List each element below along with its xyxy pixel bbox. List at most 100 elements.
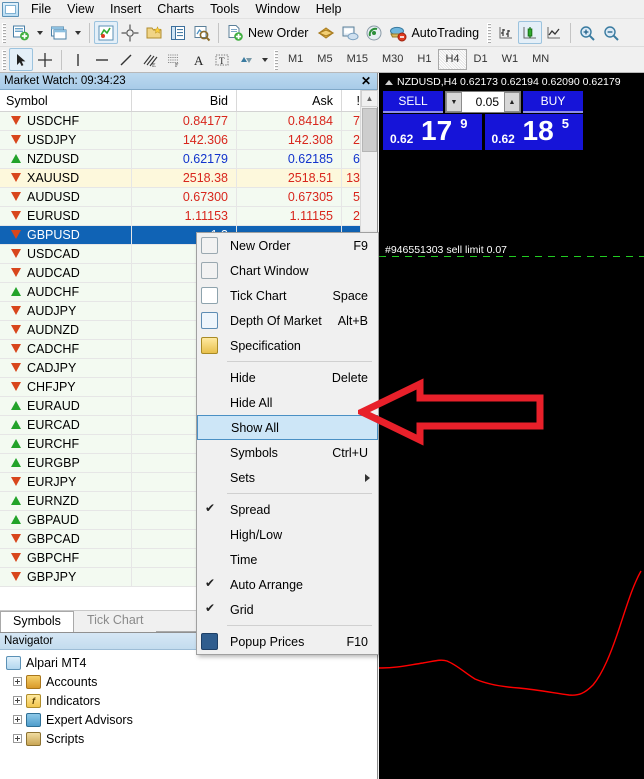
zoom-out-icon[interactable] xyxy=(599,21,623,44)
menu-item-hide[interactable]: Hide Delete xyxy=(197,365,378,390)
arrows-icon[interactable] xyxy=(234,48,258,71)
virtual-hosting-icon[interactable] xyxy=(338,21,362,44)
crosshair-icon[interactable] xyxy=(118,21,142,44)
moving-average-line xyxy=(379,570,642,696)
menu-item-depth-of-market[interactable]: Depth Of Market Alt+B xyxy=(197,308,378,333)
column-header-ask[interactable]: Ask xyxy=(237,90,342,111)
scroll-up-icon[interactable]: ▲ xyxy=(361,90,378,107)
timeframe-grip[interactable] xyxy=(274,49,278,70)
data-window-icon[interactable] xyxy=(142,21,166,44)
menu-help[interactable]: Help xyxy=(308,0,350,19)
close-icon[interactable]: ✕ xyxy=(359,74,373,88)
menu-window[interactable]: Window xyxy=(247,0,307,19)
table-row[interactable]: USDCHF 0.84177 0.84184 7 xyxy=(0,112,377,131)
new-order-label[interactable]: New Order xyxy=(247,26,314,40)
zoom-in-icon[interactable] xyxy=(575,21,599,44)
vertical-line-icon[interactable] xyxy=(66,48,90,71)
new-chart-icon[interactable] xyxy=(9,21,33,44)
timeframe-h1[interactable]: H1 xyxy=(410,49,438,70)
trendline-icon[interactable] xyxy=(114,48,138,71)
menu-item-popup-prices[interactable]: Popup Prices F10 xyxy=(197,629,378,654)
menu-item-symbols[interactable]: Symbols Ctrl+U xyxy=(197,440,378,465)
menu-item-chart-window[interactable]: Chart Window xyxy=(197,258,378,283)
timeframe-w1[interactable]: W1 xyxy=(495,49,526,70)
menu-item-hide-all[interactable]: Hide All xyxy=(197,390,378,415)
timeframe-m1[interactable]: M1 xyxy=(281,49,310,70)
navigator-item-indicators[interactable]: f Indicators xyxy=(0,691,377,710)
autotrading-icon[interactable] xyxy=(386,21,410,44)
menu-item-tick-chart[interactable]: Tick Chart Space xyxy=(197,283,378,308)
menu-item-grid[interactable]: ✔ Grid xyxy=(197,597,378,622)
navigator-icon[interactable] xyxy=(166,21,190,44)
candlestick-chart-icon[interactable] xyxy=(518,21,543,44)
menu-item-specification[interactable]: Specification xyxy=(197,333,378,358)
signals-icon[interactable] xyxy=(362,21,386,44)
expand-icon[interactable] xyxy=(13,677,22,686)
expand-icon[interactable] xyxy=(13,696,22,705)
column-header-symbol[interactable]: Symbol xyxy=(0,90,132,111)
navigator-root-alpari-mt4[interactable]: Alpari MT4 xyxy=(0,653,377,672)
arrow-down-icon xyxy=(10,362,23,375)
toolbar2-grip[interactable] xyxy=(2,49,6,70)
column-header-bid[interactable]: Bid xyxy=(132,90,237,111)
navigator-item-accounts[interactable]: Accounts xyxy=(0,672,377,691)
table-row[interactable]: EURUSD 1.11153 1.11155 2 xyxy=(0,206,377,226)
timeframe-m15[interactable]: M15 xyxy=(340,49,375,70)
table-row[interactable]: AUDUSD 0.67300 0.67305 5 xyxy=(0,187,377,207)
menu-item-show-all[interactable]: Show All xyxy=(197,415,378,440)
arrow-down-icon xyxy=(10,324,23,337)
expand-icon[interactable] xyxy=(13,715,22,724)
menu-file[interactable]: File xyxy=(23,0,59,19)
menu-charts[interactable]: Charts xyxy=(149,0,202,19)
market-watch-icon[interactable] xyxy=(94,21,118,44)
chart-window[interactable]: NZDUSD,H4 0.62173 0.62194 0.62090 0.6217… xyxy=(379,73,644,779)
autotrading-label[interactable]: AutoTrading xyxy=(410,26,485,40)
profiles-dropdown-icon[interactable] xyxy=(71,21,85,44)
crosshair-tool-icon[interactable] xyxy=(33,48,57,71)
profiles-icon[interactable] xyxy=(47,21,71,44)
arrow-down-icon xyxy=(10,476,23,489)
menu-item-time[interactable]: Time xyxy=(197,547,378,572)
menu-item-spread[interactable]: ✔ Spread xyxy=(197,497,378,522)
bar-chart-icon[interactable] xyxy=(494,21,518,44)
terminal-icon[interactable] xyxy=(190,21,214,44)
menu-item-sets[interactable]: Sets xyxy=(197,465,378,490)
table-row[interactable]: USDJPY 142.306 142.308 2 xyxy=(0,130,377,150)
timeframe-h4[interactable]: H4 xyxy=(438,49,467,70)
timeframe-mn[interactable]: MN xyxy=(525,49,556,70)
new-chart-dropdown-icon[interactable] xyxy=(33,21,47,44)
market-watch-context-menu[interactable]: New Order F9 Chart Window Tick Chart Space De… xyxy=(196,232,379,655)
scrollbar-thumb[interactable] xyxy=(362,108,377,152)
timeframe-m30[interactable]: M30 xyxy=(375,49,410,70)
menu-item-new-order[interactable]: New Order F9 xyxy=(197,233,378,258)
market-watch-title: Market Watch: 09:34:23 xyxy=(4,75,126,87)
menu-tools[interactable]: Tools xyxy=(202,0,247,19)
equidistant-channel-icon[interactable]: E xyxy=(138,48,162,71)
arrows-dropdown-icon[interactable] xyxy=(258,48,272,71)
menu-view[interactable]: View xyxy=(59,0,102,19)
menu-item-shortcut: Alt+B xyxy=(337,313,368,328)
table-row[interactable]: NZDUSD 0.62179 0.62185 6 xyxy=(0,149,377,169)
menu-item-auto-arrange[interactable]: ✔ Auto Arrange xyxy=(197,572,378,597)
horizontal-line-icon[interactable] xyxy=(90,48,114,71)
expand-icon[interactable] xyxy=(13,734,22,743)
toolbar-grip-2[interactable] xyxy=(487,22,492,43)
timeframe-d1[interactable]: D1 xyxy=(467,49,495,70)
new-order-icon[interactable] xyxy=(223,21,247,44)
tab-symbols[interactable]: Symbols xyxy=(0,611,74,633)
toolbar-grip[interactable] xyxy=(2,22,6,43)
tab-tick-chart[interactable]: Tick Chart xyxy=(74,610,157,632)
timeframe-m5[interactable]: M5 xyxy=(310,49,339,70)
table-row[interactable]: XAUUSD 2518.38 2518.51 13 xyxy=(0,168,377,188)
text-label-icon[interactable]: T xyxy=(210,48,234,71)
navigator-item-expert-advisors[interactable]: Expert Advisors xyxy=(0,710,377,729)
fibonacci-icon[interactable]: F xyxy=(162,48,186,71)
mql5-community-icon[interactable] xyxy=(314,21,338,44)
svg-text:T: T xyxy=(219,56,225,66)
navigator-item-scripts[interactable]: Scripts xyxy=(0,729,377,748)
text-icon[interactable]: A xyxy=(186,48,210,71)
menu-item-high-low[interactable]: High/Low xyxy=(197,522,378,547)
menu-insert[interactable]: Insert xyxy=(102,0,149,19)
cursor-icon[interactable] xyxy=(9,48,33,71)
line-chart-icon[interactable] xyxy=(542,21,566,44)
